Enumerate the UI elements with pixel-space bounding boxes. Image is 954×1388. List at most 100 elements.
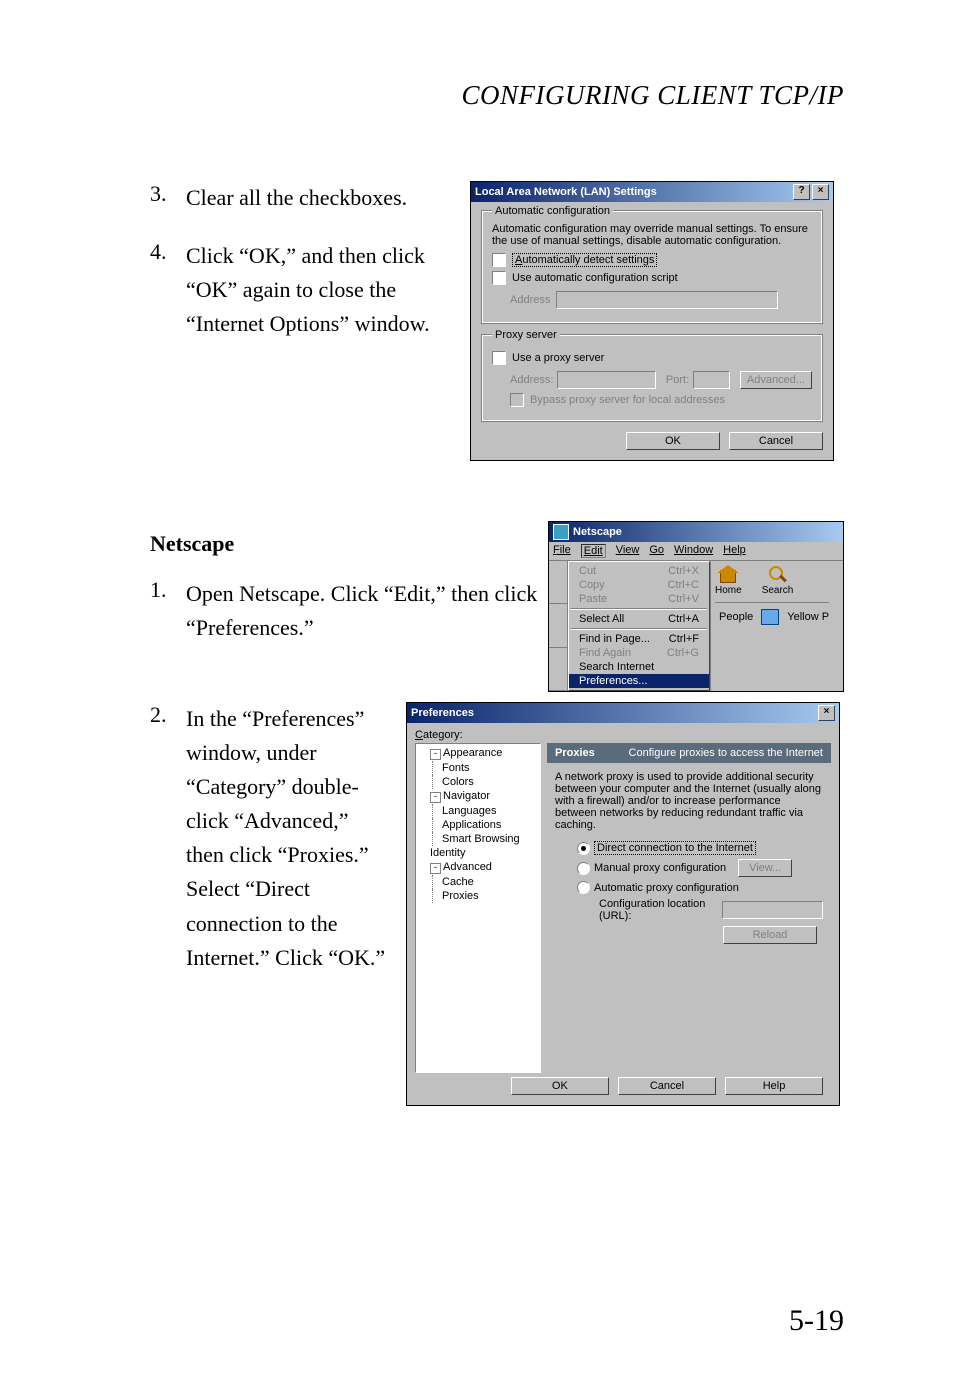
toolbar-home[interactable]: Home xyxy=(715,565,742,596)
panel-title: Proxies xyxy=(555,747,595,759)
netscape-titlebar: Netscape xyxy=(549,522,843,542)
cancel-button[interactable]: Cancel xyxy=(618,1077,716,1095)
close-button[interactable]: × xyxy=(812,184,829,200)
reload-button: Reload xyxy=(723,926,817,944)
config-url-input xyxy=(722,901,823,919)
dialog-title: Local Area Network (LAN) Settings xyxy=(475,186,791,198)
panel-subtitle: Configure proxies to access the Internet xyxy=(629,747,823,759)
menu-go[interactable]: Go xyxy=(649,544,664,558)
netscape-title-text: Netscape xyxy=(573,526,622,538)
search-icon xyxy=(767,565,789,583)
use-script-checkbox[interactable] xyxy=(492,271,506,285)
step-text: In the “Preferences” window, under “Cate… xyxy=(186,702,390,975)
use-proxy-label: Use a proxy server xyxy=(512,352,604,364)
use-proxy-checkbox[interactable] xyxy=(492,351,506,365)
tree-applications[interactable]: Applications xyxy=(418,818,538,832)
tree-navigator[interactable]: -Navigator xyxy=(418,789,538,804)
tree-fonts[interactable]: Fonts xyxy=(418,761,538,775)
menu-help[interactable]: Help xyxy=(723,544,746,558)
auto-config-group: Automatic configuration Automatic config… xyxy=(481,210,823,324)
tree-cache[interactable]: Cache xyxy=(418,875,538,889)
menu-view[interactable]: View xyxy=(616,544,640,558)
menu-item-paste: PasteCtrl+V xyxy=(569,592,709,606)
radio-auto[interactable] xyxy=(577,881,590,894)
menu-item-search-internet[interactable]: Search Internet xyxy=(569,660,709,674)
preferences-dialog: Preferences × Category: -Appearance Font… xyxy=(406,702,840,1106)
menu-file[interactable]: File xyxy=(553,544,571,558)
step-text: Clear all the checkboxes. xyxy=(186,181,450,215)
lan-settings-dialog: Local Area Network (LAN) Settings ? × Au… xyxy=(470,181,834,461)
preferences-title: Preferences xyxy=(411,707,474,719)
step-text: Open Netscape. Click “Edit,” then click … xyxy=(186,577,540,645)
menu-item-find[interactable]: Find in Page...Ctrl+F xyxy=(569,632,709,646)
radio-manual[interactable] xyxy=(577,862,590,875)
groupbox-title: Automatic configuration xyxy=(492,205,613,217)
proxy-server-group: Proxy server Use a proxy server Address:… xyxy=(481,334,823,422)
proxy-address-input xyxy=(557,371,656,389)
step-number: 1. xyxy=(150,577,186,645)
use-script-label: Use automatic configuration script xyxy=(512,272,678,284)
address-label: Address xyxy=(510,294,550,306)
edit-dropdown: CutCtrl+X CopyCtrl+C PasteCtrl+V Select … xyxy=(568,561,710,691)
auto-detect-checkbox[interactable] xyxy=(492,253,506,267)
tree-languages[interactable]: Languages xyxy=(418,804,538,818)
radio-direct-label: Direct connection to the Internet xyxy=(594,841,756,855)
menu-item-find-again: Find AgainCtrl+G xyxy=(569,646,709,660)
page-header: CONFIGURING CLIENT TCP/IP xyxy=(150,80,844,111)
page-number: 5-19 xyxy=(789,1304,844,1338)
ok-button[interactable]: OK xyxy=(626,432,720,450)
preferences-titlebar: Preferences × xyxy=(407,703,839,723)
netscape-toolbar: Home Search People Yellow P xyxy=(710,561,833,691)
tree-proxies[interactable]: Proxies xyxy=(418,889,538,903)
netscape-menubar: File Edit View Go Window Help xyxy=(549,542,843,561)
proxy-port-input xyxy=(693,371,730,389)
bypass-label: Bypass proxy server for local addresses xyxy=(530,394,725,406)
tree-advanced[interactable]: -Advanced xyxy=(418,860,538,875)
script-address-input xyxy=(556,291,778,309)
netscape-heading: Netscape xyxy=(150,531,540,557)
menu-window[interactable]: Window xyxy=(674,544,713,558)
menu-item-select-all[interactable]: Select AllCtrl+A xyxy=(569,612,709,626)
menu-item-cut: CutCtrl+X xyxy=(569,564,709,578)
menu-edit[interactable]: Edit xyxy=(581,544,606,558)
tree-smart-browsing[interactable]: Smart Browsing xyxy=(418,832,538,846)
step-number: 3. xyxy=(150,181,186,215)
help-button[interactable]: ? xyxy=(793,184,810,200)
pref-panel-header: Proxies Configure proxies to access the … xyxy=(547,743,831,763)
category-label: Category: xyxy=(415,729,831,741)
auto-detect-label: Automatically detect settings xyxy=(512,253,657,267)
step-number: 4. xyxy=(150,239,186,341)
radio-manual-label: Manual proxy configuration xyxy=(594,862,726,874)
toolbar-people-label[interactable]: People xyxy=(719,611,753,623)
toolbar-search[interactable]: Search xyxy=(762,565,794,596)
netscape-window: Netscape File Edit View Go Window Help C… xyxy=(548,521,844,692)
radio-direct[interactable] xyxy=(577,842,590,855)
tree-appearance[interactable]: -Appearance xyxy=(418,746,538,761)
ok-button[interactable]: OK xyxy=(511,1077,609,1095)
people-icon xyxy=(761,609,779,625)
menu-item-preferences[interactable]: Preferences... xyxy=(569,674,709,688)
view-button: View... xyxy=(738,859,792,877)
config-url-label: Configuration location (URL): xyxy=(599,898,716,922)
groupbox-title: Proxy server xyxy=(492,329,560,341)
proxies-description: A network proxy is used to provide addit… xyxy=(555,771,823,831)
category-tree[interactable]: -Appearance Fonts Colors -Navigator Lang… xyxy=(415,743,541,1073)
proxy-port-label: Port: xyxy=(666,374,689,386)
radio-auto-label: Automatic proxy configuration xyxy=(594,882,739,894)
tree-identity[interactable]: Identity xyxy=(418,846,538,860)
close-button[interactable]: × xyxy=(818,705,835,721)
step-number: 2. xyxy=(150,702,186,975)
proxy-address-label: Address: xyxy=(510,374,553,386)
netscape-logo-icon xyxy=(553,524,569,540)
home-icon xyxy=(717,565,739,583)
advanced-button: Advanced... xyxy=(740,371,812,389)
cancel-button[interactable]: Cancel xyxy=(729,432,823,450)
bypass-checkbox xyxy=(510,393,524,407)
help-button[interactable]: Help xyxy=(725,1077,823,1095)
step-text: Click “OK,” and then click “OK” again to… xyxy=(186,239,450,341)
auto-config-description: Automatic configuration may override man… xyxy=(492,223,812,247)
tree-colors[interactable]: Colors xyxy=(418,775,538,789)
menu-item-copy: CopyCtrl+C xyxy=(569,578,709,592)
toolbar-yellow-label[interactable]: Yellow P xyxy=(787,611,829,623)
dialog-titlebar: Local Area Network (LAN) Settings ? × xyxy=(471,182,833,202)
